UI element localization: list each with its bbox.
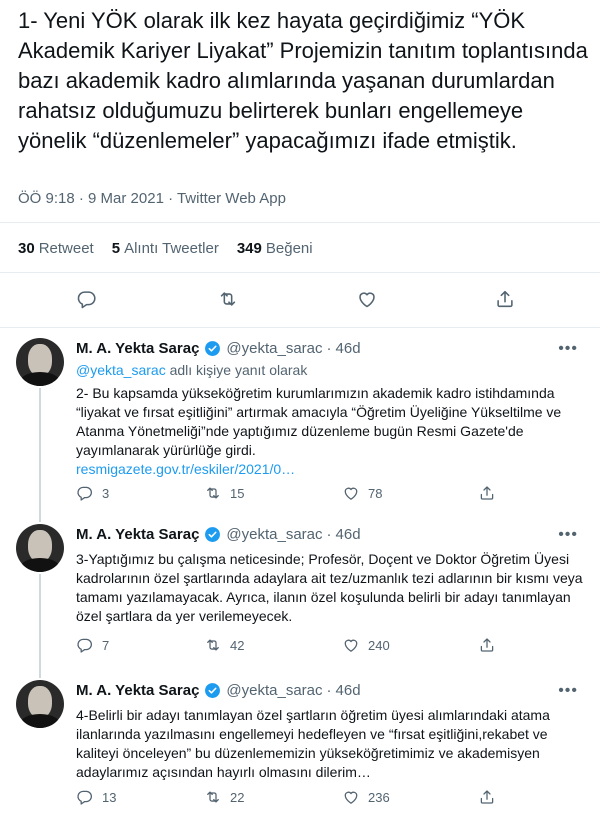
heart-icon [344, 791, 358, 804]
retweet-icon [207, 639, 219, 651]
quotes-stat[interactable]: 5 Alıntı Tweetler [112, 240, 219, 257]
retweet-button[interactable]: 15 [204, 484, 244, 502]
reply-actions: 3 15 78 [76, 484, 576, 506]
divider [0, 222, 600, 223]
likes-stat[interactable]: 349 Beğeni [237, 240, 313, 257]
divider [0, 272, 600, 273]
retweet-icon[interactable] [217, 288, 241, 312]
main-tweet-text: 1- Yeni YÖK olarak ilk kez hayata geçird… [18, 8, 588, 153]
retweet-button[interactable]: 22 [204, 788, 244, 806]
more-icon[interactable]: ••• [558, 526, 578, 544]
author-name[interactable]: M. A. Yekta Saraç [76, 340, 199, 357]
retweet-button[interactable]: 42 [204, 636, 244, 654]
share-icon [480, 486, 494, 500]
thread-line [39, 666, 41, 678]
tweet-stats: 30 Retweet 5 Alıntı Tweetler 349 Beğeni [18, 240, 313, 257]
like-button[interactable]: 78 [342, 484, 382, 502]
thread-line [39, 510, 41, 522]
reply-icon[interactable] [76, 288, 100, 312]
retweet-icon [207, 487, 219, 499]
reply-actions: 7 42 240 [76, 636, 576, 658]
reply-button[interactable]: 7 [76, 636, 109, 654]
reply-to-line: @yekta_sarac adlı kişiye yanıt olarak [76, 362, 308, 378]
like-button[interactable]: 240 [342, 636, 390, 654]
share-button[interactable] [478, 636, 496, 654]
tweet-time[interactable]: 46d [336, 526, 361, 543]
tweet-header: M. A. Yekta Saraç @yekta_sarac · 46d [76, 526, 361, 543]
reply-tweet[interactable]: M. A. Yekta Saraç @yekta_sarac · 46d •••… [0, 510, 600, 666]
heart-icon [344, 487, 358, 500]
reply-icon [77, 638, 93, 653]
share-icon[interactable] [494, 288, 518, 312]
tweet-meta[interactable]: ÖÖ 9:18 · 9 Mar 2021 · Twitter Web App [18, 190, 286, 207]
reply-to-handle[interactable]: @yekta_sarac [76, 362, 166, 378]
thread-line [39, 388, 41, 510]
more-icon[interactable]: ••• [558, 340, 578, 358]
reply-text: 4-Belirli bir adayı tanımlayan özel şart… [76, 707, 550, 780]
author-handle[interactable]: @yekta_sarac [226, 682, 322, 699]
reply-text: 2- Bu kapsamda yükseköğretim kurumlarımı… [76, 385, 562, 477]
retweets-stat[interactable]: 30 Retweet [18, 240, 94, 257]
tweet-header: M. A. Yekta Saraç @yekta_sarac · 46d [76, 682, 361, 699]
heart-icon[interactable] [356, 288, 380, 312]
avatar[interactable] [16, 524, 64, 572]
verified-badge-icon [204, 682, 221, 699]
avatar[interactable] [16, 680, 64, 728]
reply-button[interactable]: 3 [76, 484, 109, 502]
share-button[interactable] [478, 484, 496, 502]
verified-badge-icon [204, 526, 221, 543]
reply-icon [77, 486, 93, 501]
reply-button[interactable]: 13 [76, 788, 116, 806]
tweet-time[interactable]: 46d [336, 340, 361, 357]
reply-tweet[interactable]: M. A. Yekta Saraç @yekta_sarac · 46d •••… [0, 330, 600, 510]
retweet-icon [207, 791, 219, 803]
share-icon [480, 790, 494, 804]
share-icon [480, 638, 494, 652]
more-icon[interactable]: ••• [558, 682, 578, 700]
author-handle[interactable]: @yekta_sarac [226, 526, 322, 543]
tweet-header: M. A. Yekta Saraç @yekta_sarac · 46d [76, 340, 361, 357]
author-handle[interactable]: @yekta_sarac [226, 340, 322, 357]
tweet-time[interactable]: 46d [336, 682, 361, 699]
author-name[interactable]: M. A. Yekta Saraç [76, 526, 199, 543]
like-button[interactable]: 236 [342, 788, 390, 806]
divider [0, 327, 600, 328]
share-button[interactable] [478, 788, 496, 806]
main-tweet-actions [0, 285, 600, 315]
author-name[interactable]: M. A. Yekta Saraç [76, 682, 199, 699]
reply-tweet[interactable]: M. A. Yekta Saraç @yekta_sarac · 46d •••… [0, 666, 600, 813]
reply-text: 3-Yaptığımız bu çalışma neticesinde; Pro… [76, 551, 583, 624]
reply-icon [77, 790, 93, 805]
tweet-link[interactable]: resmigazete.gov.tr/eskiler/2021/0… [76, 461, 295, 477]
avatar[interactable] [16, 338, 64, 386]
reply-actions: 13 22 236 [76, 788, 576, 810]
verified-badge-icon [204, 340, 221, 357]
thread-line [39, 574, 41, 666]
heart-icon [344, 639, 358, 652]
